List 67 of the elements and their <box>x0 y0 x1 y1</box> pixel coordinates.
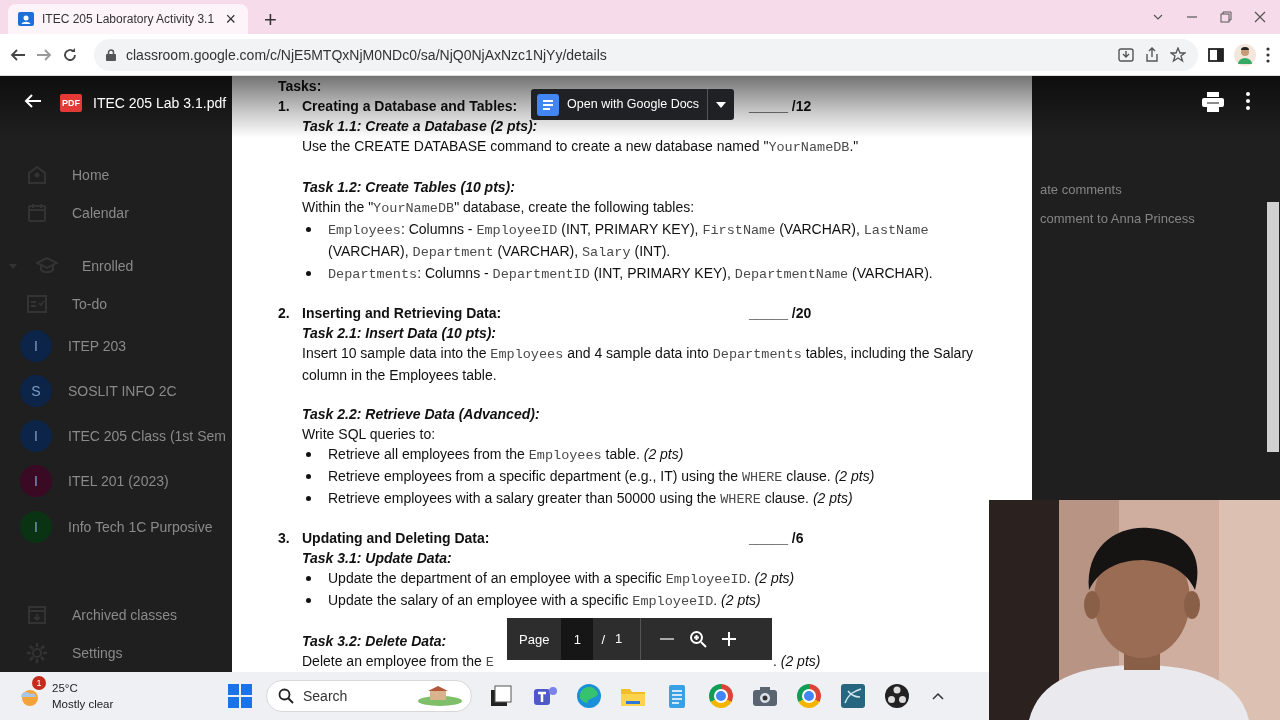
address-bar[interactable]: classroom.google.com/c/NjE5MTQxNjM0NDc0/sa/NjQ0NjAxNzc1NjYy/details <box>94 38 1198 71</box>
bullet-text: Employees: Columns - EmployeeID (INT, PRIMARY KEY), FirstName (VARCHAR), LastName (VARCHAR), Department (VARCHAR), Salary (INT). <box>328 220 930 262</box>
section-number: 3. <box>278 529 290 548</box>
task-heading: Task 2.2: Retrieve Data (Advanced): <box>302 405 540 424</box>
task-heading: Task 3.1: Update Data: <box>302 549 452 568</box>
notification-badge: 1 <box>32 676 46 690</box>
paragraph: Use the CREATE DATABASE command to create a new database named "YourNameDB." <box>302 137 860 157</box>
paragraph: Insert 10 sample data into the Employees and 4 sample data into Departments tables, including the Salary column in the Employees table. <box>302 344 975 385</box>
bullet-text: Retrieve employees from a specific department (e.g., IT) using the WHERE clause. (2 pts) <box>328 467 876 487</box>
new-tab-button[interactable]: + <box>258 8 283 32</box>
weather-condition: Mostly clear <box>52 697 114 712</box>
paragraph-end: . (2 pts) <box>773 652 821 671</box>
bullet-text: Retrieve employees with a salary greater than 50000 using the WHERE clause. (2 pts) <box>328 489 854 509</box>
tasks-heading: Tasks: <box>278 77 322 96</box>
bullet-text: Update the department of an employee with a specific EmployeeID. (2 pts) <box>328 569 796 589</box>
pdf-file-icon: PDF <box>60 94 82 112</box>
class-item[interactable]: I Info Tech 1C Purposive <box>0 504 232 550</box>
sidebar-item[interactable]: Archived classes <box>0 596 232 635</box>
class-name: ITEP 203 <box>68 337 127 354</box>
task-heading: Task 1.2: Create Tables (10 pts): <box>302 178 515 197</box>
paragraph: Delete an employee from the E <box>302 652 495 672</box>
task-heading: Task 3.2: Delete Data: <box>302 632 447 651</box>
page-separator: / <box>601 631 605 647</box>
score-blank: _____ /20 <box>749 304 812 323</box>
section-title: Creating a Database and Tables: <box>302 97 518 116</box>
section-title: Inserting and Retrieving Data: <box>302 304 502 323</box>
section-number: 1. <box>278 97 290 116</box>
class-item[interactable]: I ITEP 203 <box>0 322 232 369</box>
score-blank: _____ /6 <box>749 529 804 548</box>
section-title: Updating and Deleting Data: <box>302 529 490 548</box>
class-name: ITEL 201 (2023) <box>68 473 169 490</box>
open-with-docs-button[interactable]: Open with Google Docs <box>531 89 735 120</box>
class-name: SOSLIT INFO 2C <box>68 382 177 399</box>
tab-close-button[interactable]: × <box>223 10 238 28</box>
class-initial: I <box>34 428 38 445</box>
page-total: 1 <box>615 618 642 660</box>
page-label: Page <box>518 631 551 647</box>
sidebar-item[interactable]: Settings <box>0 634 232 672</box>
page-number-field[interactable]: 1 <box>561 618 594 660</box>
task-heading: Task 2.1: Insert Data (10 pts): <box>302 324 496 343</box>
task-heading: Task 1.1: Create a Database (2 pts): <box>302 117 538 136</box>
sidebar-item[interactable]: Home <box>0 156 232 194</box>
class-initial: I <box>34 518 38 535</box>
search-field[interactable]: Search <box>266 680 472 712</box>
class-item[interactable]: S SOSLIT INFO 2C <box>0 368 232 414</box>
bullet-text: Update the salary of an employee with a specific EmployeeID. (2 pts) <box>328 591 762 611</box>
class-initial: I <box>34 473 38 490</box>
class-initial: I <box>34 337 38 354</box>
class-item[interactable]: I ITEC 205 Class (1st Sem <box>0 413 232 459</box>
paragraph: Within the "YourNameDB" database, create the following tables: <box>302 198 696 218</box>
section-number: 2. <box>278 304 290 323</box>
browser-tab[interactable]: ITEC 205 Laboratory Activity 3.1 × <box>8 4 248 34</box>
bullet-text: Departments: Columns - DepartmentID (INT, PRIMARY KEY), DepartmentName (VARCHAR). <box>328 264 934 284</box>
class-name: Info Tech 1C Purposive <box>68 518 213 535</box>
comment-text: comment to Anna Princess <box>1040 211 1195 226</box>
temperature: 25°C <box>52 681 79 696</box>
sidebar-item[interactable]: To-do <box>0 285 232 323</box>
paragraph: Write SQL queries to: <box>302 425 437 444</box>
comment-text: ate comments <box>1040 182 1122 197</box>
sidebar-item[interactable]: Enrolled <box>0 247 232 286</box>
sidebar-item[interactable]: Calendar <box>0 193 232 232</box>
class-name: ITEC 205 Class (1st Sem <box>68 428 226 445</box>
score-blank: _____ /12 <box>749 97 812 116</box>
file-name: ITEC 205 Lab 3.1.pdf <box>93 95 227 111</box>
class-item[interactable]: I ITEL 201 (2023) <box>0 458 232 505</box>
bullet-text: Retrieve all employees from the Employees table. (2 pts) <box>328 445 685 465</box>
class-initial: S <box>31 382 41 399</box>
